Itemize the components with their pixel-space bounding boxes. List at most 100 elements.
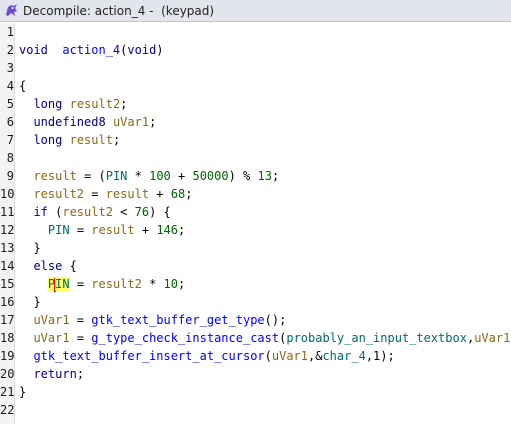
code-keyword[interactable]: void bbox=[127, 43, 156, 57]
code-variable[interactable]: uVar1 bbox=[33, 313, 69, 327]
code-number[interactable]: 146 bbox=[156, 223, 178, 237]
line-number: 2 bbox=[6, 43, 14, 57]
code-text[interactable]: { bbox=[19, 77, 26, 95]
code-text[interactable]: void action_4(void) bbox=[19, 41, 164, 59]
code-line[interactable]: 8 bbox=[0, 149, 511, 167]
line-number: 7 bbox=[6, 133, 14, 147]
code-line[interactable]: 21} bbox=[0, 383, 511, 401]
code-number[interactable]: 50000 bbox=[192, 169, 228, 183]
code-variable[interactable]: result bbox=[91, 223, 134, 237]
code-text[interactable]: result2 = result + 68; bbox=[19, 185, 192, 203]
code-global[interactable]: probably_an_input_textbox bbox=[286, 331, 467, 345]
code-function[interactable]: gtk_text_buffer_insert_at_cursor bbox=[33, 349, 264, 363]
code-keyword[interactable]: return bbox=[33, 367, 76, 381]
code-line[interactable]: 22 bbox=[0, 401, 511, 419]
decompiler-window: Decompile: action_4 - (keypad) 1 2 void ac… bbox=[0, 0, 511, 424]
code-text[interactable]: if (result2 < 76) { bbox=[19, 203, 170, 221]
line-number: 1 bbox=[6, 25, 14, 39]
line-number: 14 bbox=[0, 259, 15, 273]
code-line[interactable]: 10 result2 = result + 68; bbox=[0, 185, 511, 203]
code-text: ; bbox=[149, 115, 157, 129]
code-line[interactable]: 1 bbox=[0, 23, 511, 41]
code-global[interactable]: char_4 bbox=[322, 349, 365, 363]
code-text[interactable]: PIN = result2 * 10; bbox=[19, 275, 185, 293]
code-variable[interactable]: result bbox=[70, 133, 113, 147]
code-line[interactable]: 4{ bbox=[0, 77, 511, 95]
code-number[interactable]: 13 bbox=[258, 169, 272, 183]
code-variable[interactable]: result2 bbox=[33, 187, 84, 201]
code-line[interactable]: 19 gtk_text_buffer_insert_at_cursor(uVar… bbox=[0, 347, 511, 365]
decompiler-code-view[interactable]: 1 2 void action_4(void) 3 4{5 long result2; 6… bbox=[0, 23, 511, 424]
code-line[interactable]: 3 bbox=[0, 59, 511, 77]
line-number: 10 bbox=[0, 187, 15, 201]
code-line[interactable]: 2 void action_4(void) bbox=[0, 41, 511, 59]
code-function[interactable]: gtk_text_buffer_get_type bbox=[91, 313, 264, 327]
code-text[interactable]: gtk_text_buffer_insert_at_cursor(uVar1,&… bbox=[19, 347, 394, 365]
code-keyword[interactable]: void bbox=[19, 43, 48, 57]
title-bar[interactable]: Decompile: action_4 - (keypad) bbox=[0, 0, 511, 22]
code-global[interactable]: PIN bbox=[106, 169, 128, 183]
code-global[interactable]: PIN bbox=[48, 223, 70, 237]
code-line[interactable]: 16 } bbox=[0, 293, 511, 311]
line-number: 5 bbox=[6, 97, 14, 111]
code-text[interactable]: undefined8 uVar1; bbox=[19, 113, 156, 131]
code-text[interactable]: result = (PIN * 100 + 50000) % 13; bbox=[19, 167, 279, 185]
code-function[interactable]: action_4 bbox=[62, 43, 120, 57]
code-text: ; bbox=[185, 187, 193, 201]
code-keyword[interactable]: long bbox=[33, 97, 62, 111]
code-line[interactable]: 6 undefined8 uVar1; bbox=[0, 113, 511, 131]
code-number[interactable]: 76 bbox=[135, 205, 149, 219]
code-text: = ( bbox=[76, 169, 106, 183]
code-keyword[interactable]: if bbox=[33, 205, 47, 219]
code-text: * bbox=[127, 169, 150, 183]
code-text[interactable]: uVar1 = g_type_check_instance_cast(proba… bbox=[19, 329, 511, 347]
code-number[interactable]: 100 bbox=[149, 169, 171, 183]
code-number[interactable]: 10 bbox=[164, 277, 178, 291]
code-text: + bbox=[134, 223, 157, 237]
code-global-highlighted[interactable]: IN bbox=[55, 277, 70, 291]
code-keyword[interactable]: long bbox=[33, 133, 62, 147]
code-line[interactable]: 7 long result; bbox=[0, 131, 511, 149]
code-line[interactable]: 20 return; bbox=[0, 365, 511, 383]
code-text[interactable]: } bbox=[19, 239, 40, 257]
code-text[interactable]: } bbox=[19, 293, 40, 311]
code-variable[interactable]: uVar1 bbox=[272, 349, 308, 363]
code-variable[interactable]: uVar1 bbox=[33, 331, 69, 345]
code-text: (); bbox=[264, 313, 287, 327]
code-line[interactable]: 14 else { bbox=[0, 257, 511, 275]
code-text[interactable]: PIN = result + 146; bbox=[19, 221, 185, 239]
code-variable[interactable]: uVar1 bbox=[113, 115, 149, 129]
code-line[interactable]: 17 uVar1 = gtk_text_buffer_get_type(); bbox=[0, 311, 511, 329]
code-text[interactable]: long result2; bbox=[19, 95, 127, 113]
code-line[interactable]: 9 result = (PIN * 100 + 50000) % 13; bbox=[0, 167, 511, 185]
code-number[interactable]: 68 bbox=[171, 187, 185, 201]
code-variable[interactable]: uVar1 bbox=[474, 331, 510, 345]
line-number: 17 bbox=[0, 313, 15, 327]
code-text[interactable]: } bbox=[19, 383, 26, 401]
code-line[interactable]: 11 if (result2 < 76) { bbox=[0, 203, 511, 221]
code-variable[interactable]: result bbox=[33, 169, 76, 183]
code-keyword[interactable]: else bbox=[33, 259, 62, 273]
code-line[interactable]: 12 PIN = result + 146; bbox=[0, 221, 511, 239]
code-line[interactable]: 18 uVar1 = g_type_check_instance_cast(pr… bbox=[0, 329, 511, 347]
code-text: ,& bbox=[308, 349, 323, 363]
code-line[interactable]: 5 long result2; bbox=[0, 95, 511, 113]
code-keyword[interactable]: undefined8 bbox=[33, 115, 105, 129]
code-line[interactable]: 13 } bbox=[0, 239, 511, 257]
code-text[interactable]: return; bbox=[19, 365, 84, 383]
code-variable[interactable]: result2 bbox=[91, 277, 142, 291]
code-function[interactable]: g_type_check_instance_cast bbox=[91, 331, 279, 345]
code-variable[interactable]: result2 bbox=[70, 97, 121, 111]
code-line[interactable]: 15 PIN = result2 * 10; bbox=[0, 275, 511, 293]
code-variable[interactable]: result2 bbox=[62, 205, 113, 219]
code-variable[interactable]: result bbox=[106, 187, 149, 201]
code-text[interactable]: else { bbox=[19, 257, 76, 275]
code-text: ) bbox=[156, 43, 164, 57]
code-text[interactable]: uVar1 = gtk_text_buffer_get_type(); bbox=[19, 311, 286, 329]
code-text[interactable]: long result; bbox=[19, 131, 120, 149]
